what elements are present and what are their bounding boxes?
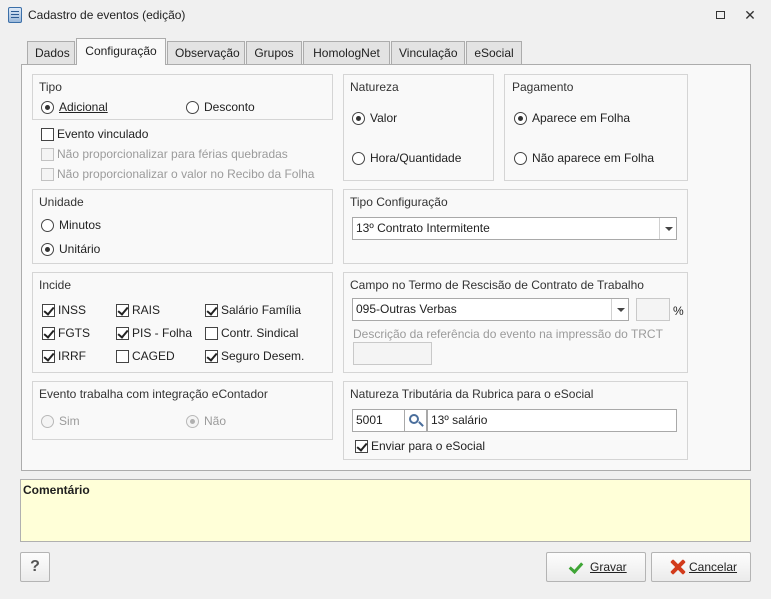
- tab-grupos[interactable]: Grupos: [246, 41, 302, 64]
- percent-symbol: %: [673, 304, 684, 318]
- radio-nao-label: Não: [204, 414, 227, 428]
- tab-homolognet[interactable]: HomologNet: [303, 41, 390, 64]
- gravar-label: Gravar: [590, 560, 627, 574]
- check-icon: [568, 558, 584, 575]
- checkbox-enviar-esocial-label: Enviar para o eSocial: [371, 439, 486, 453]
- group-incide-label: Incide: [39, 278, 72, 292]
- checkbox-pis-folha[interactable]: [116, 327, 129, 340]
- tab-dados[interactable]: Dados: [27, 41, 75, 64]
- checkbox-evento-vinculado[interactable]: [41, 128, 54, 141]
- checkbox-caged-label: CAGED: [132, 349, 175, 363]
- comentario-textarea[interactable]: [20, 479, 751, 542]
- checkbox-caged[interactable]: [116, 350, 129, 363]
- group-unidade-label: Unidade: [39, 195, 84, 209]
- checkbox-inss-label: INSS: [58, 303, 87, 317]
- cancel-x-icon: [670, 559, 686, 575]
- radio-minutos-label: Minutos: [59, 218, 102, 232]
- checkbox-irrf[interactable]: [42, 350, 55, 363]
- group-natureza-label: Natureza: [350, 80, 399, 94]
- radio-desconto[interactable]: [186, 101, 199, 114]
- checkbox-contr-sindical[interactable]: [205, 327, 218, 340]
- checkbox-pis-folha-label: PIS - Folha: [132, 326, 193, 340]
- checkbox-salario-familia[interactable]: [205, 304, 218, 317]
- radio-desconto-label: Desconto: [204, 100, 255, 114]
- checkbox-contr-sindical-label: Contr. Sindical: [221, 326, 299, 340]
- radio-valor-label: Valor: [370, 111, 398, 125]
- restore-icon: [715, 11, 725, 19]
- campo-termo-dropdown-button[interactable]: [611, 299, 628, 320]
- radio-sim: [41, 415, 54, 428]
- checkbox-inss[interactable]: [42, 304, 55, 317]
- tab-vinculacao[interactable]: Vinculação: [391, 41, 465, 64]
- radio-nao-aparece-em-folha[interactable]: [514, 152, 527, 165]
- campo-termo-percent-input[interactable]: [636, 298, 670, 321]
- campo-termo-select[interactable]: 095-Outras Verbas: [352, 298, 629, 321]
- checkbox-rais[interactable]: [116, 304, 129, 317]
- group-natureza-tributaria-label: Natureza Tributária da Rubrica para o eS…: [350, 387, 594, 401]
- checkbox-seguro-desem-label: Seguro Desem.: [221, 349, 305, 363]
- gravar-button[interactable]: Gravar: [546, 552, 646, 582]
- radio-aparece-em-folha-label: Aparece em Folha: [532, 111, 631, 125]
- checkbox-nao-prop-ferias: [41, 148, 54, 161]
- radio-hora-quantidade[interactable]: [352, 152, 365, 165]
- descricao-referencia-input[interactable]: [353, 342, 432, 365]
- group-pagamento-label: Pagamento: [512, 80, 574, 94]
- checkbox-evento-vinculado-label: Evento vinculado: [57, 127, 149, 141]
- checkbox-seguro-desem[interactable]: [205, 350, 218, 363]
- checkbox-nao-prop-recibo-label: Não proporcionalizar o valor no Recibo d…: [57, 167, 315, 181]
- group-campo-termo-label: Campo no Termo de Rescisão de Contrato d…: [350, 278, 644, 292]
- radio-adicional-label: Adicional: [59, 100, 108, 114]
- checkbox-fgts-label: FGTS: [58, 326, 90, 340]
- close-icon: ✕: [744, 7, 756, 23]
- radio-aparece-em-folha[interactable]: [514, 112, 527, 125]
- natureza-descricao-input[interactable]: 13º salário: [427, 409, 677, 432]
- radio-nao: [186, 415, 199, 428]
- help-button[interactable]: ?: [20, 552, 50, 582]
- natureza-search-button[interactable]: [405, 409, 427, 432]
- checkbox-irrf-label: IRRF: [58, 349, 86, 363]
- checkbox-nao-prop-ferias-label: Não proporcionalizar para férias quebrad…: [57, 147, 288, 161]
- radio-adicional[interactable]: [41, 101, 54, 114]
- tab-esocial[interactable]: eSocial: [466, 41, 522, 64]
- tab-observacao[interactable]: Observação: [167, 41, 245, 64]
- cancelar-label: Cancelar: [689, 560, 738, 574]
- group-econtador-label: Evento trabalha com integração eContador: [39, 387, 268, 401]
- restore-button[interactable]: [709, 5, 731, 25]
- natureza-codigo-input[interactable]: 5001: [352, 409, 405, 432]
- radio-nao-aparece-em-folha-label: Não aparece em Folha: [532, 151, 655, 165]
- app-icon: [8, 7, 22, 23]
- comentario-label: Comentário: [23, 483, 90, 497]
- tipo-configuracao-select[interactable]: 13º Contrato Intermitente: [352, 217, 677, 240]
- cancelar-button[interactable]: Cancelar: [651, 552, 751, 582]
- tipo-configuracao-dropdown-button[interactable]: [659, 218, 676, 239]
- group-tipo-configuracao-label: Tipo Configuração: [350, 195, 448, 209]
- radio-unitario-label: Unitário: [59, 242, 101, 256]
- tipo-configuracao-value: 13º Contrato Intermitente: [356, 221, 490, 235]
- radio-hora-quantidade-label: Hora/Quantidade: [370, 151, 462, 165]
- help-icon: ?: [30, 558, 40, 575]
- group-tipo-label: Tipo: [39, 80, 62, 94]
- campo-termo-value: 095-Outras Verbas: [356, 302, 457, 316]
- close-button[interactable]: ✕: [739, 5, 761, 25]
- radio-valor[interactable]: [352, 112, 365, 125]
- radio-minutos[interactable]: [41, 219, 54, 232]
- radio-unitario[interactable]: [41, 243, 54, 256]
- radio-sim-label: Sim: [59, 414, 80, 428]
- tab-configuracao[interactable]: Configuração: [76, 38, 166, 65]
- checkbox-enviar-esocial[interactable]: [355, 440, 368, 453]
- checkbox-nao-prop-recibo: [41, 168, 54, 181]
- checkbox-fgts[interactable]: [42, 327, 55, 340]
- checkbox-salario-familia-label: Salário Família: [221, 303, 302, 317]
- checkbox-rais-label: RAIS: [132, 303, 161, 317]
- descricao-referencia-label: Descrição da referência do evento na imp…: [353, 327, 663, 341]
- window-title: Cadastro de eventos (edição): [28, 8, 186, 22]
